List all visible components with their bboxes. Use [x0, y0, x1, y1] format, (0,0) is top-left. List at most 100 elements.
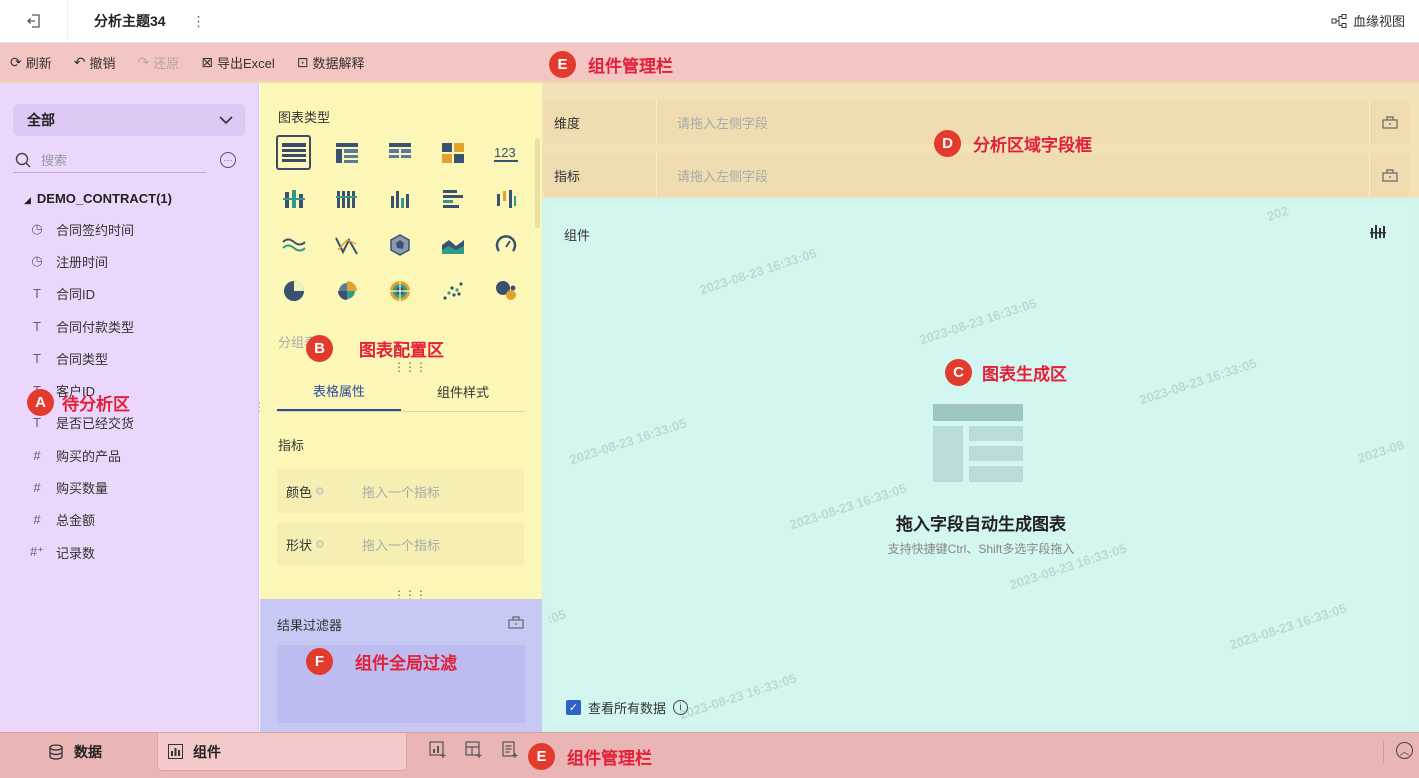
annotation-badge: F	[306, 648, 333, 675]
shape-slot[interactable]: 形状 ⚙ 拖入一个指标	[277, 522, 524, 566]
checkbox-checked-icon[interactable]: ✓	[566, 700, 581, 715]
chart-type-grouped-bar-icon[interactable]	[329, 181, 364, 216]
annotation-badge: B	[306, 335, 333, 362]
exit-icon	[26, 14, 40, 28]
chart-type-scatter-icon[interactable]	[435, 273, 470, 308]
chart-type-sunburst-icon[interactable]	[382, 273, 417, 308]
chart-type-radar-icon[interactable]	[382, 227, 417, 262]
chart-type-range-bar-icon[interactable]	[488, 181, 523, 216]
dataset-label: DEMO_CONTRACT(1)	[36, 191, 172, 206]
bottom-component-bar: 数据 组件 ︿	[0, 732, 1419, 778]
tab-data[interactable]: 数据	[48, 733, 102, 771]
annotation-c: C 图表生成区	[945, 359, 1067, 386]
watermark: 2023-08-23 16:33:05	[1137, 355, 1259, 408]
add-report-icon[interactable]	[501, 741, 519, 763]
watermark: 2023-08	[1355, 436, 1406, 467]
chart-type-stacked-bar-icon[interactable]	[276, 181, 311, 216]
metric-settings-icon[interactable]	[1369, 153, 1409, 197]
lineage-view-button[interactable]: 血缘视图	[1331, 11, 1405, 30]
field-item[interactable]: T 合同类型	[30, 342, 134, 374]
empty-chart-hint: 支持快捷键Ctrl、Shift多选字段拖入	[887, 542, 1075, 556]
field-label: 合同ID	[56, 287, 96, 303]
annotation-text: 组件管理栏	[588, 57, 673, 76]
chart-type-title: 图表类型	[278, 110, 331, 125]
export-excel-button[interactable]: ⊠ 导出Excel	[201, 53, 275, 72]
scope-select[interactable]: 全部	[13, 104, 245, 136]
annotation-text: 组件全局过滤	[355, 654, 457, 673]
chart-type-kpi-grid-icon[interactable]	[435, 135, 470, 170]
dimension-settings-icon[interactable]	[1369, 100, 1409, 144]
add-chart-icon[interactable]	[429, 741, 447, 763]
chart-type-number-icon[interactable]: 123	[488, 135, 523, 170]
undo-button[interactable]: ↶ 撤销	[74, 53, 116, 72]
annotation-text: 分析区域字段框	[973, 136, 1092, 155]
chart-type-rose-icon[interactable]	[329, 273, 364, 308]
redo-button[interactable]: ↷ 还原	[138, 53, 180, 72]
config-scrollbar[interactable]	[535, 138, 540, 228]
chart-type-column-icon[interactable]	[382, 181, 417, 216]
dimension-placeholder: 请拖入左侧字段	[677, 115, 769, 131]
tab-table-properties[interactable]: 表格属性	[277, 372, 401, 411]
text-type-icon: T	[33, 415, 41, 431]
chart-type-cross-table-icon[interactable]	[329, 135, 364, 170]
metric-row[interactable]: 指标 请拖入左侧字段	[544, 153, 1409, 197]
page-title: 分析主题34	[94, 13, 166, 29]
view-all-data-label: 查看所有数据	[588, 701, 667, 716]
tab-component-style[interactable]: 组件样式	[401, 372, 525, 411]
back-button[interactable]	[0, 0, 68, 43]
tab-data-label: 数据	[74, 744, 102, 760]
chart-switch-icon[interactable]	[1370, 224, 1386, 243]
data-explain-button[interactable]: ⊡ 数据解释	[297, 53, 365, 72]
dataset-node[interactable]: ◢ DEMO_CONTRACT(1)	[24, 191, 172, 206]
chart-type-multi-line-icon[interactable]	[276, 227, 311, 262]
field-label: 注册时间	[56, 254, 109, 270]
watermark: 2023-08-23 16:33:05	[677, 670, 799, 723]
caret-down-icon: ◢	[24, 195, 31, 205]
text-type-icon: T	[33, 350, 41, 366]
result-filter-title: 结果过滤器	[277, 618, 343, 633]
field-item[interactable]: #⁺ 记录数	[30, 536, 134, 568]
explain-icon: ⊡	[296, 53, 309, 70]
field-item[interactable]: # 总金额	[30, 504, 134, 536]
annotation-badge: D	[934, 130, 961, 157]
refresh-label: 刷新	[25, 55, 52, 71]
data-explain-label: 数据解释	[312, 55, 365, 71]
chart-type-horizontal-bar-icon[interactable]	[435, 181, 470, 216]
add-layout-icon[interactable]	[465, 741, 483, 763]
collapse-up-icon[interactable]: ︿	[1396, 742, 1413, 759]
field-item[interactable]: # 购买数量	[30, 471, 134, 503]
redo-label: 还原	[153, 55, 180, 71]
chart-type-detail-table-icon[interactable]	[382, 135, 417, 170]
field-item[interactable]: T 合同付款类型	[30, 310, 134, 342]
shape-slot-placeholder: 拖入一个指标	[362, 537, 441, 553]
filter-settings-icon[interactable]	[508, 615, 524, 632]
count-type-icon: #⁺	[30, 544, 45, 560]
refresh-button[interactable]: ⟳ 刷新	[10, 53, 52, 72]
dimension-label: 维度	[544, 100, 657, 144]
gear-icon[interactable]: ⚙	[315, 485, 325, 498]
export-excel-label: 导出Excel	[216, 55, 275, 71]
chart-type-gauge-icon[interactable]	[488, 227, 523, 262]
view-all-data-toggle[interactable]: ✓ 查看所有数据 i	[566, 698, 689, 717]
chart-type-line-icon[interactable]	[329, 227, 364, 262]
resize-handle-icon[interactable]: ⋮⋮⋮	[393, 361, 427, 373]
field-item[interactable]: ◷ 注册时间	[30, 245, 134, 277]
field-item[interactable]: T 合同ID	[30, 278, 134, 310]
search-input[interactable]: 搜索	[13, 147, 206, 173]
chart-type-pie-icon[interactable]	[276, 273, 311, 308]
field-item[interactable]: # 购买的产品	[30, 439, 134, 471]
config-tabs: 表格属性 组件样式	[277, 372, 525, 412]
gear-icon[interactable]: ⚙	[315, 538, 325, 551]
info-icon[interactable]: i	[673, 700, 689, 715]
more-menu-icon[interactable]: ⋮	[192, 13, 206, 30]
chart-type-area-icon[interactable]	[435, 227, 470, 262]
field-item[interactable]: ◷ 合同签约时间	[30, 213, 134, 245]
chart-type-table-icon[interactable]	[276, 135, 311, 170]
lineage-icon	[1331, 13, 1347, 28]
more-options-icon[interactable]: ···	[220, 152, 236, 168]
title-bar: 分析主题34 ⋮ 血缘视图	[0, 0, 1419, 43]
resize-handle-icon[interactable]: ⋮⋮⋮	[393, 589, 427, 601]
color-slot[interactable]: 颜色 ⚙ 拖入一个指标	[277, 469, 524, 513]
chart-type-bubble-icon[interactable]	[488, 273, 523, 308]
tab-component[interactable]: 组件	[157, 733, 407, 771]
